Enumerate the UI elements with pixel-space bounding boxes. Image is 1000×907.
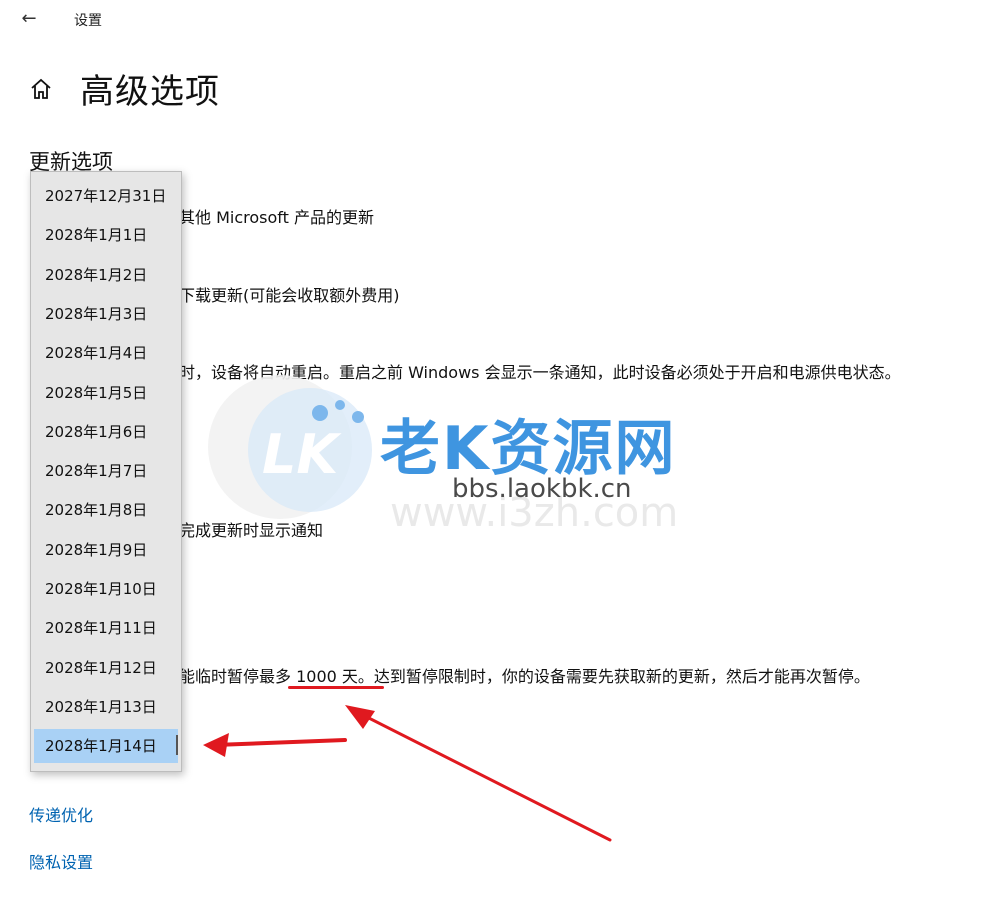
dropdown-option[interactable]: 2028年1月14日 <box>34 729 178 764</box>
dropdown-option[interactable]: 2028年1月7日 <box>34 454 178 488</box>
dropdown-option[interactable]: 2028年1月2日 <box>34 258 178 292</box>
dropdown-option[interactable]: 2028年1月13日 <box>34 690 178 724</box>
dropdown-option[interactable]: 2028年1月8日 <box>34 493 178 527</box>
dropdown-option[interactable]: 2028年1月1日 <box>34 218 178 252</box>
dropdown-option[interactable]: 2028年1月10日 <box>34 572 178 606</box>
option-other-products-text: 收其他 Microsoft 产品的更新 <box>163 208 374 227</box>
watermark-url-text: bbs.laokbk.cn <box>452 474 632 504</box>
annotation-underline <box>288 686 384 689</box>
arrow-to-selected-date <box>213 738 347 747</box>
privacy-settings-link[interactable]: 隐私设置 <box>29 849 93 873</box>
page-title: 高级选项 <box>80 72 220 112</box>
home-icon[interactable] <box>29 77 53 101</box>
dropdown-option[interactable]: 2027年12月31日 <box>34 179 178 213</box>
arrow-head-up <box>345 705 375 729</box>
dropdown-option[interactable]: 2028年1月12日 <box>34 651 178 685</box>
arrow-head-left <box>203 733 229 757</box>
dropdown-option[interactable]: 2028年1月5日 <box>34 376 178 410</box>
watermark-logo-text: LK <box>262 423 342 486</box>
option-auto-restart-text: 新时，设备将自动重启。重启之前 Windows 会显示一条通知，此时设备必须处于… <box>163 363 901 382</box>
back-arrow-icon[interactable]: ← <box>14 6 44 32</box>
pause-date-dropdown[interactable]: 2027年12月31日 2028年1月1日 2028年1月2日 2028年1月3日 20… <box>30 171 182 772</box>
dropdown-option[interactable]: 2028年1月11日 <box>34 611 178 645</box>
dropdown-option[interactable]: 2028年1月9日 <box>34 533 178 567</box>
delivery-optimization-link[interactable]: 传递优化 <box>29 802 93 826</box>
arrow-to-limit-text <box>353 709 612 842</box>
annotation-arrows <box>203 705 612 842</box>
window-title: 设置 <box>74 13 102 29</box>
dropdown-option[interactable]: 2028年1月4日 <box>34 336 178 370</box>
option-update-notification-text: 以完成更新时显示通知 <box>163 521 324 540</box>
dropdown-option[interactable]: 2028年1月6日 <box>34 415 178 449</box>
option-metered-download-text: 接下载更新(可能会收取额外费用) <box>163 286 400 305</box>
dropdown-option[interactable]: 2028年1月3日 <box>34 297 178 331</box>
pause-limit-text: 只能临时暂停最多 1000 天。达到暂停限制时，你的设备需要先获取新的更新，然后… <box>163 667 870 686</box>
dropdown-scrollbar[interactable] <box>176 735 178 755</box>
